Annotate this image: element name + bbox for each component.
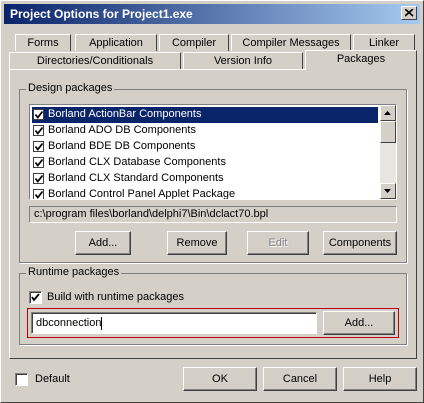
add-design-package-label: Add... xyxy=(88,237,118,249)
ok-button[interactable]: OK xyxy=(183,367,257,391)
title-bar[interactable]: Project Options for Project1.exe xyxy=(4,4,420,24)
close-icon xyxy=(405,9,414,17)
checkmark-icon xyxy=(35,111,43,119)
package-checkbox[interactable] xyxy=(33,189,44,199)
package-list-item[interactable]: Borland CLX Standard Components xyxy=(32,171,378,187)
cancel-label: Cancel xyxy=(282,373,318,385)
tab-directories-conditionals[interactable]: Directories/Conditionals xyxy=(9,52,181,69)
default-checkbox[interactable] xyxy=(15,373,28,386)
checkmark-icon xyxy=(35,191,43,199)
remove-label: Remove xyxy=(176,237,218,249)
arrow-up-icon xyxy=(384,111,391,115)
package-list-item[interactable]: Borland BDE DB Components xyxy=(32,139,378,155)
add-design-package-button[interactable]: Add... xyxy=(75,231,131,255)
ok-label: OK xyxy=(212,373,228,385)
checkmark-icon xyxy=(35,127,43,135)
package-list-item[interactable]: Borland ActionBar Components xyxy=(32,107,378,123)
package-checkbox[interactable] xyxy=(33,157,44,168)
default-label: Default xyxy=(35,373,70,385)
add-runtime-package-label: Add... xyxy=(344,317,374,329)
package-list-item[interactable]: Borland Control Panel Applet Package xyxy=(32,187,378,200)
build-with-runtime-label: Build with runtime packages xyxy=(47,291,184,303)
package-label: Borland ActionBar Components xyxy=(48,108,202,120)
scroll-thumb[interactable] xyxy=(380,121,396,143)
edit-label: Edit xyxy=(268,237,288,249)
components-label: Components xyxy=(328,237,392,249)
add-runtime-package-button[interactable]: Add... xyxy=(323,311,395,335)
package-path: c:\program files\borland\delphi7\Bin\dcl… xyxy=(29,206,397,223)
package-checkbox[interactable] xyxy=(33,141,44,152)
package-checkbox[interactable] xyxy=(33,173,44,184)
remove-button[interactable]: Remove xyxy=(167,231,227,255)
close-button[interactable] xyxy=(401,6,417,20)
package-checkbox[interactable] xyxy=(33,125,44,136)
package-list-item[interactable]: Borland CLX Database Components xyxy=(32,155,378,171)
runtime-packages-label: Runtime packages xyxy=(26,266,122,278)
help-button[interactable]: Help xyxy=(343,367,417,391)
help-label: Help xyxy=(368,373,392,385)
package-label: Borland ADO DB Components xyxy=(48,124,196,136)
tab-application[interactable]: Application xyxy=(75,34,157,51)
scroll-up-button[interactable] xyxy=(380,105,396,121)
build-with-runtime-checkbox[interactable] xyxy=(29,291,42,304)
window-title: Project Options for Project1.exe xyxy=(10,7,193,21)
tab-compiler-messages[interactable]: Compiler Messages xyxy=(231,34,351,51)
tab-compiler[interactable]: Compiler xyxy=(159,34,229,51)
package-label: Borland CLX Standard Components xyxy=(48,172,224,184)
checkmark-icon xyxy=(35,143,43,151)
checkmark-icon xyxy=(31,293,40,302)
edit-button[interactable]: Edit xyxy=(247,231,309,255)
runtime-packages-input[interactable]: dbconnection xyxy=(31,312,317,334)
checkmark-icon xyxy=(35,175,43,183)
tab-version-info[interactable]: Version Info xyxy=(183,52,303,69)
package-label: Borland CLX Database Components xyxy=(48,156,226,168)
tab-forms[interactable]: Forms xyxy=(15,34,71,51)
package-list-item[interactable]: Borland ADO DB Components xyxy=(32,123,378,139)
runtime-packages-value: dbconnection xyxy=(36,317,102,329)
list-scrollbar[interactable] xyxy=(380,105,396,199)
checkmark-icon xyxy=(35,159,43,167)
design-packages-label: Design packages xyxy=(26,82,115,94)
cancel-button[interactable]: Cancel xyxy=(263,367,337,391)
arrow-down-icon xyxy=(384,189,391,193)
tab-packages[interactable]: Packages xyxy=(305,50,417,70)
package-checkbox[interactable] xyxy=(33,109,44,120)
tab-linker[interactable]: Linker xyxy=(353,34,415,51)
text-caret xyxy=(101,316,103,330)
design-packages-list[interactable]: Borland ActionBar Components Borland ADO … xyxy=(29,104,397,200)
components-button[interactable]: Components xyxy=(323,231,397,255)
package-label: Borland Control Panel Applet Package xyxy=(48,188,236,200)
scroll-down-button[interactable] xyxy=(380,183,396,199)
package-label: Borland BDE DB Components xyxy=(48,140,196,152)
project-options-dialog: Project Options for Project1.exe Forms A… xyxy=(0,0,424,403)
